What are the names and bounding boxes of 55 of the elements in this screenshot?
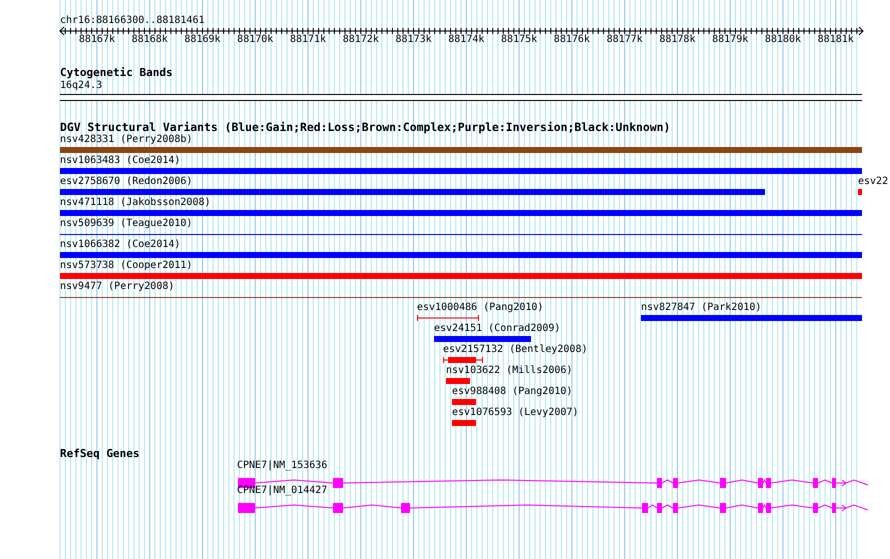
variant-bar[interactable]	[641, 315, 862, 321]
ruler-tick-label: 88174k	[448, 34, 484, 45]
ruler-tick-label: 88169k	[184, 34, 221, 45]
variant-label: nsv103622 (Mills2006)	[446, 365, 572, 376]
variant-label: nsv428331 (Perry2008b)	[60, 134, 192, 145]
variant-line[interactable]	[60, 234, 862, 235]
track-title: Cytogenetic Bands	[60, 67, 173, 79]
variant-bar[interactable]	[60, 147, 862, 153]
variant-label: esv1076593 (Levy2007)	[452, 407, 578, 418]
ruler-tick-label: 88181k	[818, 34, 854, 45]
ruler-tick-label: 88168k	[132, 34, 168, 45]
ruler-range: chr16:88166300..88181461	[60, 15, 204, 26]
variant-bar[interactable]	[858, 189, 862, 195]
variant-bar[interactable]	[60, 252, 862, 258]
variant-range-drawing[interactable]	[443, 356, 483, 364]
variant-bar[interactable]	[60, 273, 862, 279]
variant-bar[interactable]	[452, 399, 476, 405]
track-title: RefSeq Genes	[60, 448, 140, 460]
variant-label: nsv573738 (Cooper2011)	[60, 260, 192, 271]
ruler-tick-label: 88172k	[342, 34, 379, 45]
ruler-tick-label: 88171k	[290, 34, 326, 45]
ruler-tick-label: 88180k	[764, 34, 801, 45]
variant-label: esv2758670 (Redon2006)	[60, 176, 192, 187]
variant-label: esv1000486 (Pang2010)	[417, 302, 544, 313]
variant-bar[interactable]	[60, 210, 862, 216]
variant-bar[interactable]	[446, 378, 470, 384]
variant-bar[interactable]	[452, 420, 476, 426]
ruler-tick-label: 88173k	[395, 34, 432, 45]
variant-range-drawing[interactable]	[417, 314, 479, 322]
variant-label: esv988408 (Pang2010)	[452, 386, 572, 397]
variant-label: nsv9477 (Perry2008)	[60, 281, 174, 292]
ruler-tick-label: 88178k	[659, 34, 696, 45]
variant-bar[interactable]	[434, 336, 531, 342]
ruler-tick-label: 88177k	[606, 34, 643, 45]
variant-label: nsv827847 (Park2010)	[641, 302, 762, 313]
variant-bar[interactable]	[60, 189, 765, 195]
cytoband-label: 16q24.3	[60, 80, 102, 91]
ruler-tick-label: 88176k	[554, 34, 590, 45]
variant-bar[interactable]	[60, 168, 862, 174]
variant-label: esv22	[858, 176, 888, 187]
ruler-tick-label: 88179k	[712, 34, 748, 45]
track-title: DGV Structural Variants (Blue:Gain;Red:Loss;Brown:Complex;Purple:Inversion;Black:Unknown)	[60, 121, 670, 133]
gene-label: CPNE7|NM_153636	[237, 460, 328, 471]
variant-label: nsv1063483 (Coe2014)	[60, 155, 180, 166]
ruler-tick-label: 88170k	[237, 34, 274, 45]
ruler-tick-label: 88175k	[501, 34, 538, 45]
ruler-tick-label: 88167k	[78, 34, 115, 45]
variant-label: nsv1066382 (Coe2014)	[60, 239, 180, 250]
variant-label: nsv509639 (Teague2010)	[60, 218, 192, 229]
variant-label: nsv471118 (Jakobsson2008)	[60, 197, 211, 208]
cytoband-bar[interactable]	[60, 94, 862, 101]
gene-label: CPNE7|NM_014427	[237, 485, 328, 496]
variant-label: esv24151 (Conrad2009)	[434, 323, 560, 334]
variant-line[interactable]	[60, 297, 862, 298]
variant-label: esv2157132 (Bentley2008)	[443, 344, 588, 355]
